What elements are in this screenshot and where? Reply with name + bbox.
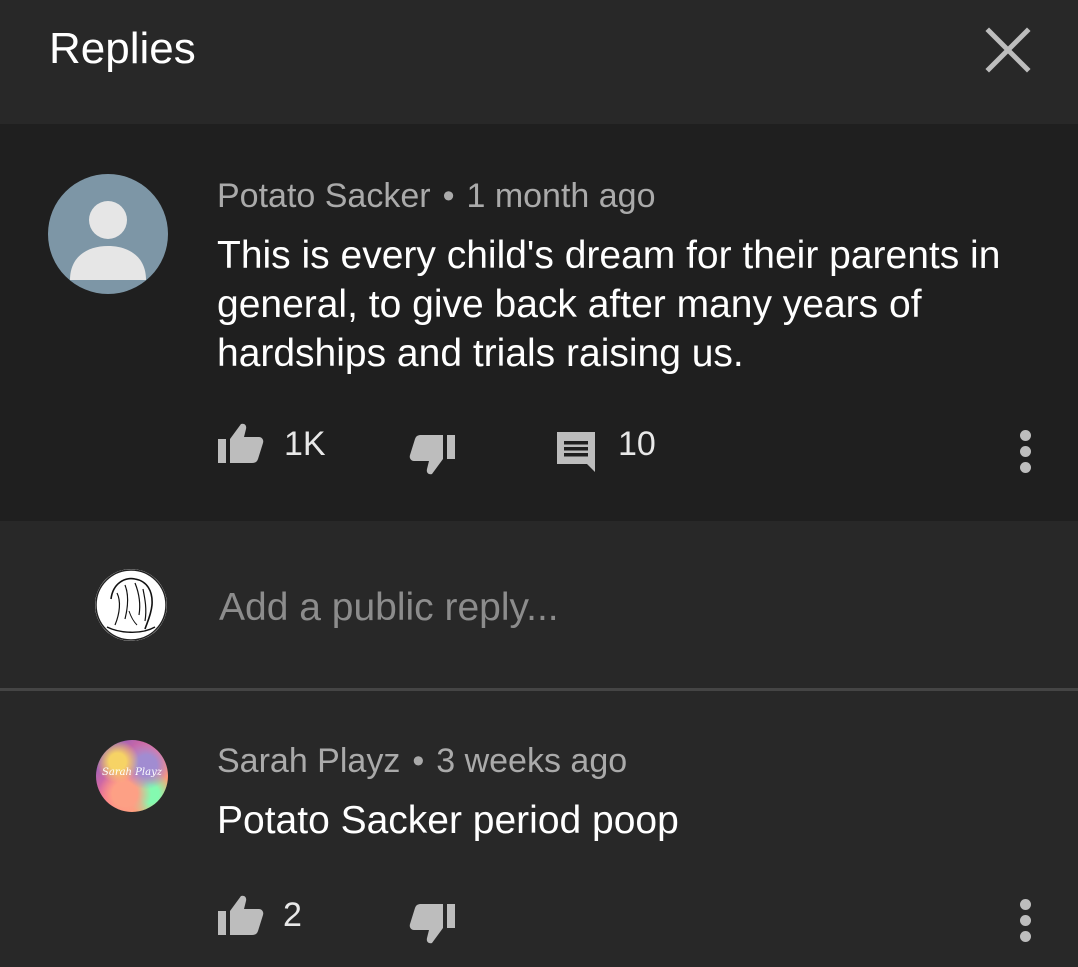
more-dot <box>1020 446 1031 457</box>
reply-composer <box>0 521 1078 689</box>
reply-text: Potato Sacker period poop <box>217 799 679 842</box>
comment-icon <box>557 432 595 472</box>
reply-count: 10 <box>618 425 656 463</box>
reply-input[interactable] <box>217 581 1001 635</box>
view-replies-button[interactable] <box>555 430 597 472</box>
comment-time: 1 month ago <box>466 177 656 215</box>
comment-more-button[interactable] <box>1012 418 1040 478</box>
reply-comment: Sarah Playz Sarah Playz • 3 weeks ago Pota… <box>0 691 1078 967</box>
comment-text: This is every child's dream for their pa… <box>217 234 1001 375</box>
current-user-avatar[interactable] <box>95 569 167 641</box>
thumbs-up-icon <box>218 895 264 935</box>
close-icon <box>985 27 1031 73</box>
reply-like-count: 2 <box>283 896 302 934</box>
reply-meta: Sarah Playz • 3 weeks ago <box>217 739 627 783</box>
replies-header: Replies <box>0 0 1078 124</box>
avatar-label: Sarah Playz <box>102 767 162 778</box>
comment-author[interactable]: Potato Sacker <box>217 177 431 215</box>
reply-author-avatar[interactable]: Sarah Playz <box>96 740 168 812</box>
reply-like-button[interactable] <box>217 894 265 936</box>
default-user-avatar-icon <box>70 201 146 280</box>
author-avatar[interactable] <box>48 174 168 294</box>
close-button[interactable] <box>978 20 1038 80</box>
comment-meta: Potato Sacker • 1 month ago <box>217 174 656 218</box>
more-dot <box>1020 462 1031 473</box>
replies-panel: Replies Potato Sacker • 1 month ago This i… <box>0 0 1078 967</box>
reply-author[interactable]: Sarah Playz <box>217 742 400 780</box>
thumbs-down-icon <box>409 904 455 944</box>
thumbs-down-icon <box>409 435 455 475</box>
like-count: 1K <box>284 425 326 463</box>
sketch-avatar-icon <box>95 569 167 641</box>
parent-comment: Potato Sacker • 1 month ago This is every … <box>0 124 1078 521</box>
more-dot <box>1020 915 1031 926</box>
meta-separator: • <box>442 177 455 215</box>
more-dot <box>1020 931 1031 942</box>
panel-title: Replies <box>49 24 196 73</box>
reply-more-button[interactable] <box>1012 887 1040 947</box>
reply-dislike-button[interactable] <box>408 903 456 945</box>
reply-time: 3 weeks ago <box>436 742 628 780</box>
like-button[interactable] <box>217 422 265 464</box>
meta-separator: • <box>412 742 425 780</box>
thumbs-up-icon <box>218 423 264 463</box>
more-vertical-icon <box>1020 899 1031 910</box>
dislike-button[interactable] <box>408 434 456 476</box>
more-vertical-icon <box>1020 430 1031 441</box>
